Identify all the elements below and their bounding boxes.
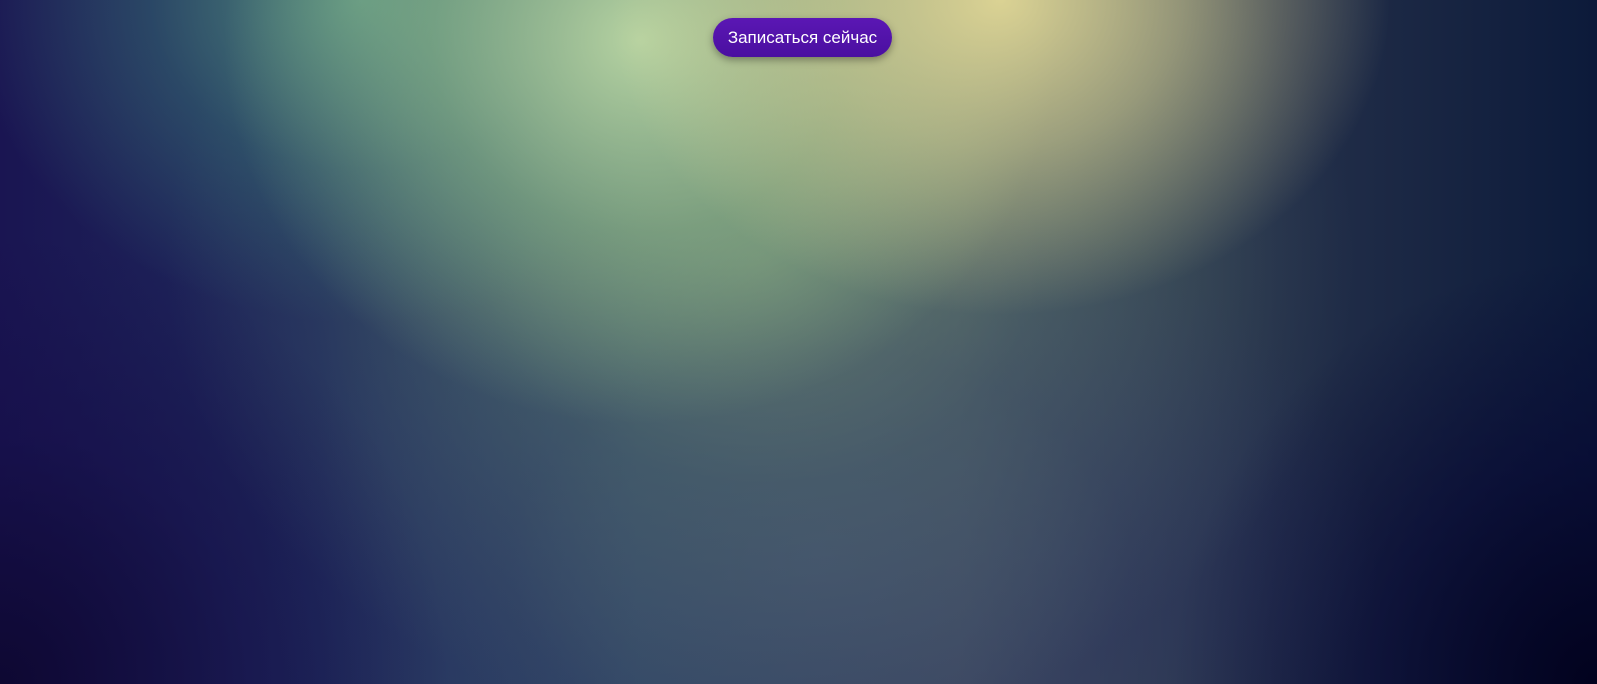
signup-now-button[interactable]: Записаться сейчас [713,18,892,57]
gradient-background [0,0,1597,684]
